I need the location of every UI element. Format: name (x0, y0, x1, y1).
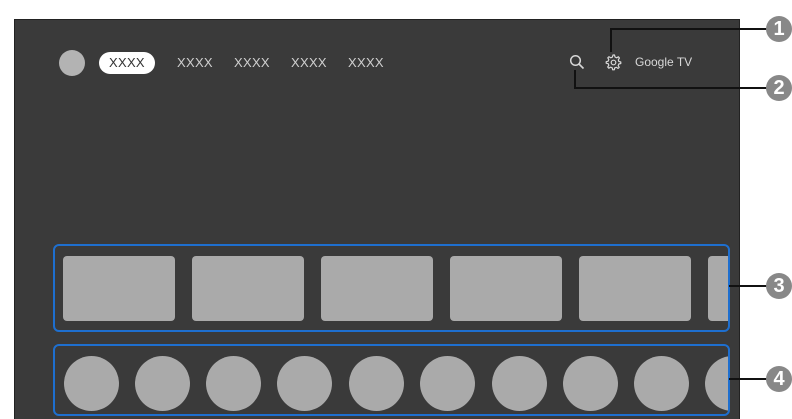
callout-line-1 (610, 28, 612, 52)
app-tile[interactable] (563, 356, 618, 411)
callout-line-4 (729, 378, 767, 380)
content-card[interactable] (192, 256, 304, 321)
app-tile[interactable] (634, 356, 689, 411)
callout-line-2 (574, 87, 767, 89)
callout-badge-1: 1 (766, 16, 792, 42)
app-tile[interactable] (705, 356, 728, 411)
app-tile[interactable] (135, 356, 190, 411)
tab-5[interactable]: XXXX (348, 52, 384, 74)
brand-label: Google TV (635, 55, 693, 69)
content-card[interactable] (321, 256, 433, 321)
profile-avatar[interactable] (59, 50, 85, 76)
tv-screen: XXXX XXXX XXXX XXXX XXXX Google TV (14, 19, 740, 419)
settings-icon[interactable] (604, 53, 622, 71)
app-tile[interactable] (420, 356, 475, 411)
callout-badge-3: 3 (766, 273, 792, 299)
callout-line-1 (610, 28, 767, 30)
app-row-circles (53, 344, 730, 416)
content-card[interactable] (450, 256, 562, 321)
callout-badge-2: 2 (766, 75, 792, 101)
content-row-cards (53, 244, 730, 332)
content-card[interactable] (63, 256, 175, 321)
tab-3[interactable]: XXXX (234, 52, 270, 74)
app-tile[interactable] (64, 356, 119, 411)
tab-1[interactable]: XXXX (99, 52, 155, 74)
app-tile[interactable] (349, 356, 404, 411)
callout-badge-4: 4 (766, 366, 792, 392)
search-icon[interactable] (569, 54, 585, 70)
tab-2[interactable]: XXXX (177, 52, 213, 74)
tab-4[interactable]: XXXX (291, 52, 327, 74)
app-tile[interactable] (206, 356, 261, 411)
callout-line-3 (729, 285, 767, 287)
content-card[interactable] (579, 256, 691, 321)
app-tile[interactable] (277, 356, 332, 411)
content-card[interactable] (708, 256, 728, 321)
app-tile[interactable] (492, 356, 547, 411)
